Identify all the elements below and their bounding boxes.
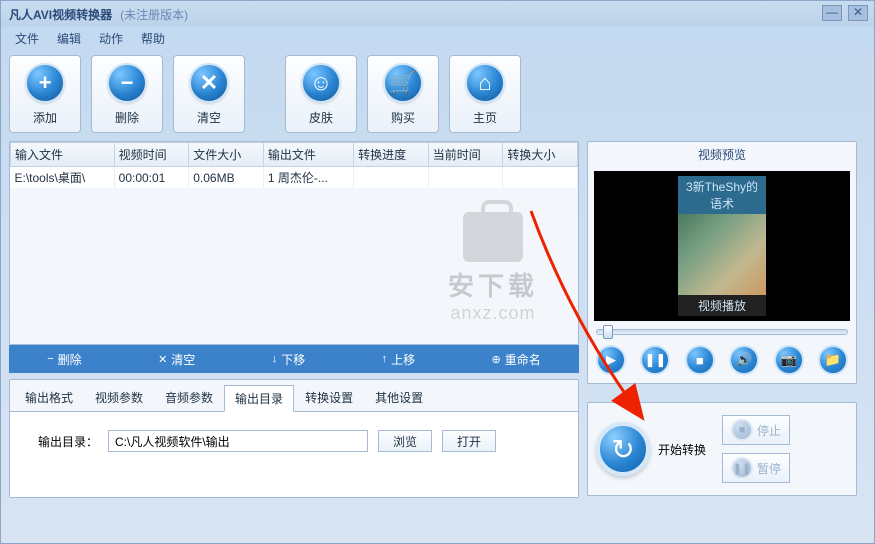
- minimize-button[interactable]: —: [822, 5, 842, 21]
- column-header[interactable]: 转换大小: [503, 143, 578, 167]
- column-header[interactable]: 文件大小: [189, 143, 264, 167]
- menubar: 文件 编辑 动作 帮助: [1, 27, 874, 49]
- watermark: 安下载 anxz.com: [448, 212, 538, 324]
- menu-file[interactable]: 文件: [7, 28, 47, 49]
- tab-4[interactable]: 转换设置: [294, 384, 364, 411]
- play-button[interactable]: ▶: [596, 345, 626, 375]
- tab-3[interactable]: 输出目录: [224, 385, 294, 412]
- action-rename-icon: ⊕: [492, 353, 501, 366]
- column-header[interactable]: 输出文件: [263, 143, 353, 167]
- tab-1[interactable]: 视频参数: [84, 384, 154, 411]
- tab-0[interactable]: 输出格式: [14, 384, 84, 411]
- pause-convert-button[interactable]: ❚❚ 暂停: [722, 453, 790, 483]
- action-move-down[interactable]: ↓下移: [266, 351, 312, 368]
- app-subtitle: (未注册版本): [120, 6, 188, 23]
- pause-icon: ❚❚: [731, 457, 753, 479]
- stop-convert-button[interactable]: ■ 停止: [722, 415, 790, 445]
- action-delete-icon: −: [47, 353, 53, 365]
- table-actions-bar: −删除 ✕清空 ↓下移 ↑上移 ⊕重命名: [9, 345, 579, 373]
- add-button-label: 添加: [33, 109, 57, 126]
- stop-button[interactable]: ■: [685, 345, 715, 375]
- app-window: 凡人AVI视频转换器 (未注册版本) — ✕ 文件 编辑 动作 帮助 +添加−删…: [0, 0, 875, 544]
- preview-title: 视频预览: [588, 142, 856, 167]
- clear-button-label: 清空: [197, 109, 221, 126]
- menu-action[interactable]: 动作: [91, 28, 131, 49]
- window-controls: — ✕: [822, 5, 868, 21]
- clear-button-icon: ✕: [189, 63, 229, 103]
- stop-icon: ■: [731, 419, 753, 441]
- media-controls: ▶ ❚❚ ■ 🔊 📷 📁: [588, 339, 856, 383]
- action-move-up-icon: ↑: [382, 353, 388, 365]
- tab-row: 输出格式视频参数音频参数输出目录转换设置其他设置: [10, 380, 578, 411]
- column-header[interactable]: 转换进度: [354, 143, 429, 167]
- app-title: 凡人AVI视频转换器: [9, 6, 112, 23]
- action-move-up[interactable]: ↑上移: [376, 351, 422, 368]
- browse-button[interactable]: 浏览: [378, 430, 432, 452]
- skin-button-icon: ☺: [301, 63, 341, 103]
- folder-button[interactable]: 📁: [818, 345, 848, 375]
- column-header[interactable]: 输入文件: [11, 143, 115, 167]
- convert-panel: ↻ 开始转换 ■ 停止 ❚❚ 暂停: [587, 402, 857, 496]
- home-button[interactable]: ⌂ 主页: [449, 55, 521, 133]
- skin-button[interactable]: ☺ 皮肤: [285, 55, 357, 133]
- output-dir-input[interactable]: [108, 430, 368, 452]
- pause-button[interactable]: ❚❚: [640, 345, 670, 375]
- table-cell: 1 周杰伦-...: [263, 167, 353, 189]
- column-header[interactable]: 视频时间: [114, 143, 189, 167]
- start-convert-button[interactable]: ↻ 开始转换: [596, 422, 706, 476]
- table-cell: 0.06MB: [189, 167, 264, 189]
- main-toolbar: + 添加 − 删除 ✕ 清空 ☺ 皮肤 🛒 购买 ⌂ 主页: [9, 55, 866, 133]
- titlebar: 凡人AVI视频转换器 (未注册版本) — ✕: [1, 1, 874, 27]
- video-preview[interactable]: 3新TheShy的语术 视频播放: [594, 171, 850, 321]
- file-table-panel: 输入文件视频时间文件大小输出文件转换进度当前时间转换大小 E:\tools\桌面…: [9, 141, 579, 345]
- action-move-down-icon: ↓: [272, 353, 278, 365]
- add-button-icon: +: [25, 63, 65, 103]
- start-icon: ↻: [596, 422, 650, 476]
- volume-button[interactable]: 🔊: [729, 345, 759, 375]
- snapshot-button[interactable]: 📷: [774, 345, 804, 375]
- video-thumbnail: 3新TheShy的语术 视频播放: [678, 176, 766, 316]
- menu-help[interactable]: 帮助: [133, 28, 173, 49]
- tab-2[interactable]: 音频参数: [154, 384, 224, 411]
- table-cell: [428, 167, 503, 189]
- tab-output-dir: 输出目录： 浏览 打开: [10, 411, 578, 497]
- menu-edit[interactable]: 编辑: [49, 28, 89, 49]
- settings-panel: 输出格式视频参数音频参数输出目录转换设置其他设置 输出目录： 浏览 打开: [9, 379, 579, 498]
- action-delete[interactable]: −删除: [41, 351, 87, 368]
- table-cell: 00:00:01: [114, 167, 189, 189]
- column-header[interactable]: 当前时间: [428, 143, 503, 167]
- delete-button[interactable]: − 删除: [91, 55, 163, 133]
- close-button[interactable]: ✕: [848, 5, 868, 21]
- table-cell: [503, 167, 578, 189]
- home-button-label: 主页: [473, 109, 497, 126]
- open-button[interactable]: 打开: [442, 430, 496, 452]
- start-label: 开始转换: [658, 441, 706, 458]
- delete-button-label: 删除: [115, 109, 139, 126]
- add-button[interactable]: + 添加: [9, 55, 81, 133]
- table-row[interactable]: E:\tools\桌面\00:00:010.06MB1 周杰伦-...: [11, 167, 578, 189]
- buy-button-label: 购买: [391, 109, 415, 126]
- buy-button[interactable]: 🛒 购买: [367, 55, 439, 133]
- seek-slider-row: [588, 325, 856, 339]
- delete-button-icon: −: [107, 63, 147, 103]
- preview-panel: 视频预览 3新TheShy的语术 视频播放 ▶ ❚❚ ■ 🔊 📷 📁: [587, 141, 857, 384]
- skin-button-label: 皮肤: [309, 109, 333, 126]
- action-rename[interactable]: ⊕重命名: [486, 351, 547, 368]
- table-cell: E:\tools\桌面\: [11, 167, 115, 189]
- action-clear-icon: ✕: [158, 353, 167, 366]
- home-button-icon: ⌂: [465, 63, 505, 103]
- buy-button-icon: 🛒: [383, 63, 423, 103]
- table-cell: [354, 167, 429, 189]
- output-dir-label: 输出目录：: [38, 433, 98, 450]
- file-table: 输入文件视频时间文件大小输出文件转换进度当前时间转换大小 E:\tools\桌面…: [10, 142, 578, 188]
- action-clear[interactable]: ✕清空: [152, 351, 201, 368]
- tab-5[interactable]: 其他设置: [364, 384, 434, 411]
- clear-button[interactable]: ✕ 清空: [173, 55, 245, 133]
- seek-thumb[interactable]: [603, 325, 613, 339]
- seek-slider[interactable]: [596, 329, 848, 335]
